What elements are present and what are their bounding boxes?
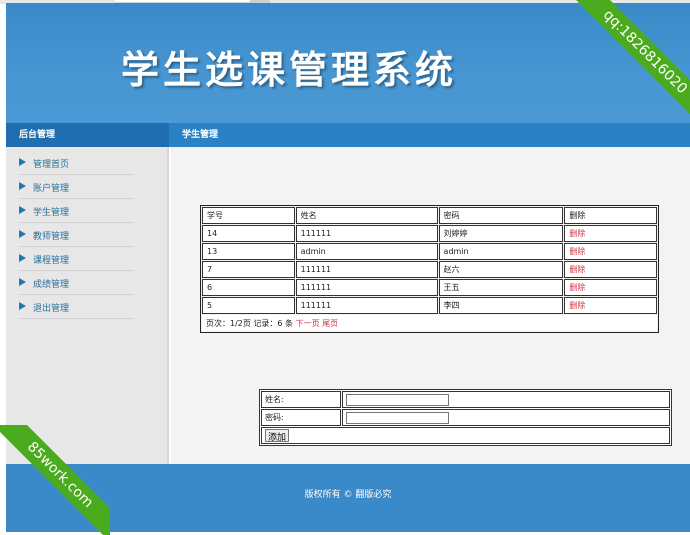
column-header-password: 密码 [438,207,564,224]
column-header-name: 姓名 [295,207,438,224]
form-row-password: 密码: [261,409,670,426]
delete-link[interactable]: 删除 [564,261,657,278]
sidebar-item-label: 教师管理 [33,232,70,242]
cell-name: 111111 [295,261,438,278]
form-row-name: 姓名: [261,391,670,408]
cell-name: admin [295,243,438,260]
add-button[interactable]: 添加 [265,429,290,443]
pagination-info: 页次：1/2页 记录：6 条 [206,318,294,328]
cell-password: 李四 [438,297,564,314]
sidebar-item-teachers[interactable]: 教师管理 [19,224,134,247]
delete-link[interactable]: 删除 [564,243,657,260]
sidebar-item-students[interactable]: 学生管理 [19,200,134,223]
column-header-id: 学号 [202,207,295,224]
name-label: 姓名: [261,391,341,408]
table-row: 13 admin admin 删除 [202,243,657,260]
table-header-row: 学号 姓名 密码 删除 [202,207,657,224]
sidebar-item-label: 成绩管理 [33,280,70,290]
site-watermark: 85work.com [0,425,110,535]
password-cell [342,409,670,426]
name-input[interactable] [346,393,449,406]
cell-id: 5 [202,297,295,314]
arrow-right-icon [19,278,26,286]
submit-cell: 添加 [261,427,670,444]
site-title: 学生选课管理系统 [121,47,458,92]
cell-password: 赵六 [438,261,564,278]
arrow-right-icon [19,230,26,238]
section-title: 学生管理 [182,130,219,140]
arrow-right-icon [19,158,26,166]
sidebar-item-accounts[interactable]: 账户管理 [19,176,134,199]
cell-name: 111111 [295,225,438,242]
delete-link[interactable]: 删除 [564,297,657,314]
sidebar-item-courses[interactable]: 课程管理 [19,248,134,271]
cell-name: 111111 [295,297,438,314]
sidebar-item-label: 账户管理 [33,184,70,194]
pagination-row: 页次：1/2页 记录：6 条 下一页 尾页 [202,315,657,331]
delete-link[interactable]: 删除 [564,279,657,296]
sidebar-item-home[interactable]: 管理首页 [19,152,134,175]
sidebar-item-label: 退出管理 [33,304,70,314]
table-row: 5 111111 李四 删除 [202,297,657,314]
password-input[interactable] [346,411,449,424]
last-page-link[interactable]: 尾页 [322,319,338,328]
sidebar-item-label: 管理首页 [33,160,70,170]
cell-password: 刘婷婷 [438,225,564,242]
arrow-right-icon [19,182,26,190]
add-student-form: 姓名: 密码: 添加 [259,389,672,446]
name-cell [342,391,670,408]
table-row: 6 111111 王五 删除 [202,279,657,296]
form-row-submit: 添加 [261,427,670,444]
column-header-delete: 删除 [564,207,657,224]
arrow-right-icon [19,206,26,214]
arrow-right-icon [19,254,26,262]
cell-id: 6 [202,279,295,296]
cell-id: 13 [202,243,295,260]
sidebar: 管理首页 账户管理 学生管理 教师管理 课程管理 成绩管理 退出管理 [6,147,169,464]
password-label: 密码: [261,409,341,426]
cell-password: 王五 [438,279,564,296]
delete-link[interactable]: 删除 [564,225,657,242]
sidebar-item-logout[interactable]: 退出管理 [19,296,134,319]
cell-password: admin [438,243,564,260]
admin-panel-title: 后台管理 [6,123,169,147]
main-content: 学号 姓名 密码 删除 14 111111 刘婷婷 删除 13 admin ad… [171,147,690,464]
arrow-right-icon [19,302,26,310]
sidebar-item-label: 课程管理 [33,256,70,266]
next-page-link[interactable]: 下一页 [296,319,320,328]
student-table: 学号 姓名 密码 删除 14 111111 刘婷婷 删除 13 admin ad… [200,205,659,333]
table-row: 14 111111 刘婷婷 删除 [202,225,657,242]
watermark-ribbon-bottom-left: 85work.com [0,425,110,535]
table-row: 7 111111 赵六 删除 [202,261,657,278]
cell-id: 7 [202,261,295,278]
sidebar-item-label: 学生管理 [33,208,70,218]
cell-id: 14 [202,225,295,242]
sidebar-item-grades[interactable]: 成绩管理 [19,272,134,295]
cell-name: 111111 [295,279,438,296]
qq-watermark: qq:1826816020 [562,0,690,130]
watermark-ribbon-top-right: qq:1826816020 [560,0,690,130]
pagination: 页次：1/2页 记录：6 条 下一页 尾页 [202,315,657,331]
